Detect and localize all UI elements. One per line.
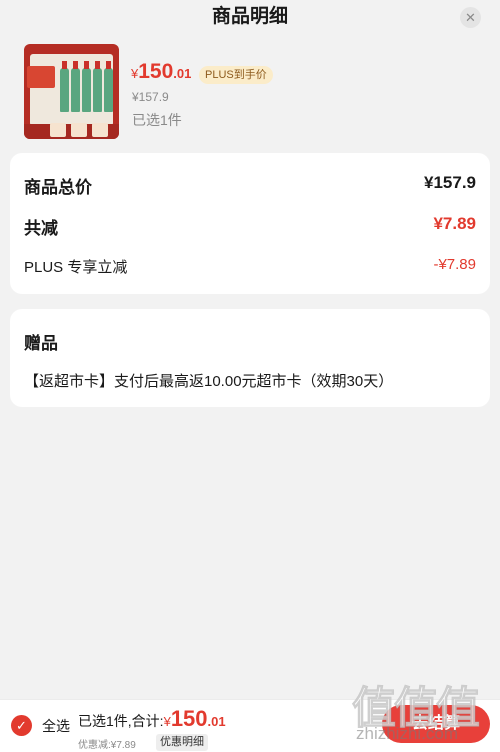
checkout-button[interactable]: 去结算 <box>382 705 490 743</box>
plus-price-tag: PLUS到手价 <box>199 66 273 84</box>
check-icon[interactable]: ✓ <box>11 715 32 736</box>
gift-description: 【返超市卡】支付后最高返10.00元超市卡（效期30天） <box>24 373 394 390</box>
checkout-bar: ✓ 全选 已选1件,合计:¥150.01 优惠减:¥7.89 优惠明细 去结算 <box>0 699 500 752</box>
product-thumbnail[interactable] <box>24 44 119 139</box>
gift-card: 赠品 【返超市卡】支付后最高返10.00元超市卡（效期30天） <box>10 309 490 407</box>
selected-count: 已选1件 <box>132 112 182 128</box>
price-decimal: .01 <box>173 66 192 81</box>
order-price-decimal: .01 <box>207 714 226 729</box>
plus-discount-label: PLUS 专享立减 <box>24 259 128 276</box>
order-total-label: 已选1件,合计: <box>78 713 164 729</box>
bottle-image <box>82 61 91 112</box>
price-integer: 150 <box>138 60 174 83</box>
select-all-label[interactable]: 全选 <box>42 716 70 736</box>
discount-detail-button[interactable]: 优惠明细 <box>156 734 208 751</box>
bottle-image <box>71 61 80 112</box>
plus-discount-value: -¥7.89 <box>433 256 476 273</box>
page-title: 商品明细 <box>211 6 288 27</box>
order-price-symbol: ¥ <box>163 714 171 729</box>
bottle-image <box>60 61 69 112</box>
total-price-value: ¥157.9 <box>424 173 476 192</box>
thumbnail-coupon <box>71 123 87 137</box>
reduction-value: ¥7.89 <box>433 214 476 233</box>
thumbnail-coupon <box>92 123 108 137</box>
thumbnail-badge <box>27 66 55 88</box>
price-summary-card: 商品总价 ¥157.9 共减 ¥7.89 PLUS 专享立减 -¥7.89 <box>10 153 490 294</box>
thumbnail-coupon <box>50 123 66 137</box>
close-icon[interactable]: ✕ <box>460 7 481 28</box>
order-price-integer: 150 <box>170 706 208 731</box>
gift-title: 赠品 <box>24 334 58 353</box>
product-price: ¥150.01 <box>131 60 191 84</box>
panel-header: 商品明细 ✕ <box>0 0 500 36</box>
bottle-image <box>104 61 113 112</box>
bottle-image <box>93 61 102 112</box>
reduction-label: 共减 <box>24 219 58 238</box>
product-item: ¥150.01 PLUS到手价 ¥157.9 已选1件 <box>0 44 500 142</box>
order-total: 已选1件,合计:¥150.01 <box>78 706 226 732</box>
discount-amount: 优惠减:¥7.89 <box>78 740 136 751</box>
total-price-label: 商品总价 <box>24 178 92 197</box>
original-price: ¥157.9 <box>132 90 169 104</box>
